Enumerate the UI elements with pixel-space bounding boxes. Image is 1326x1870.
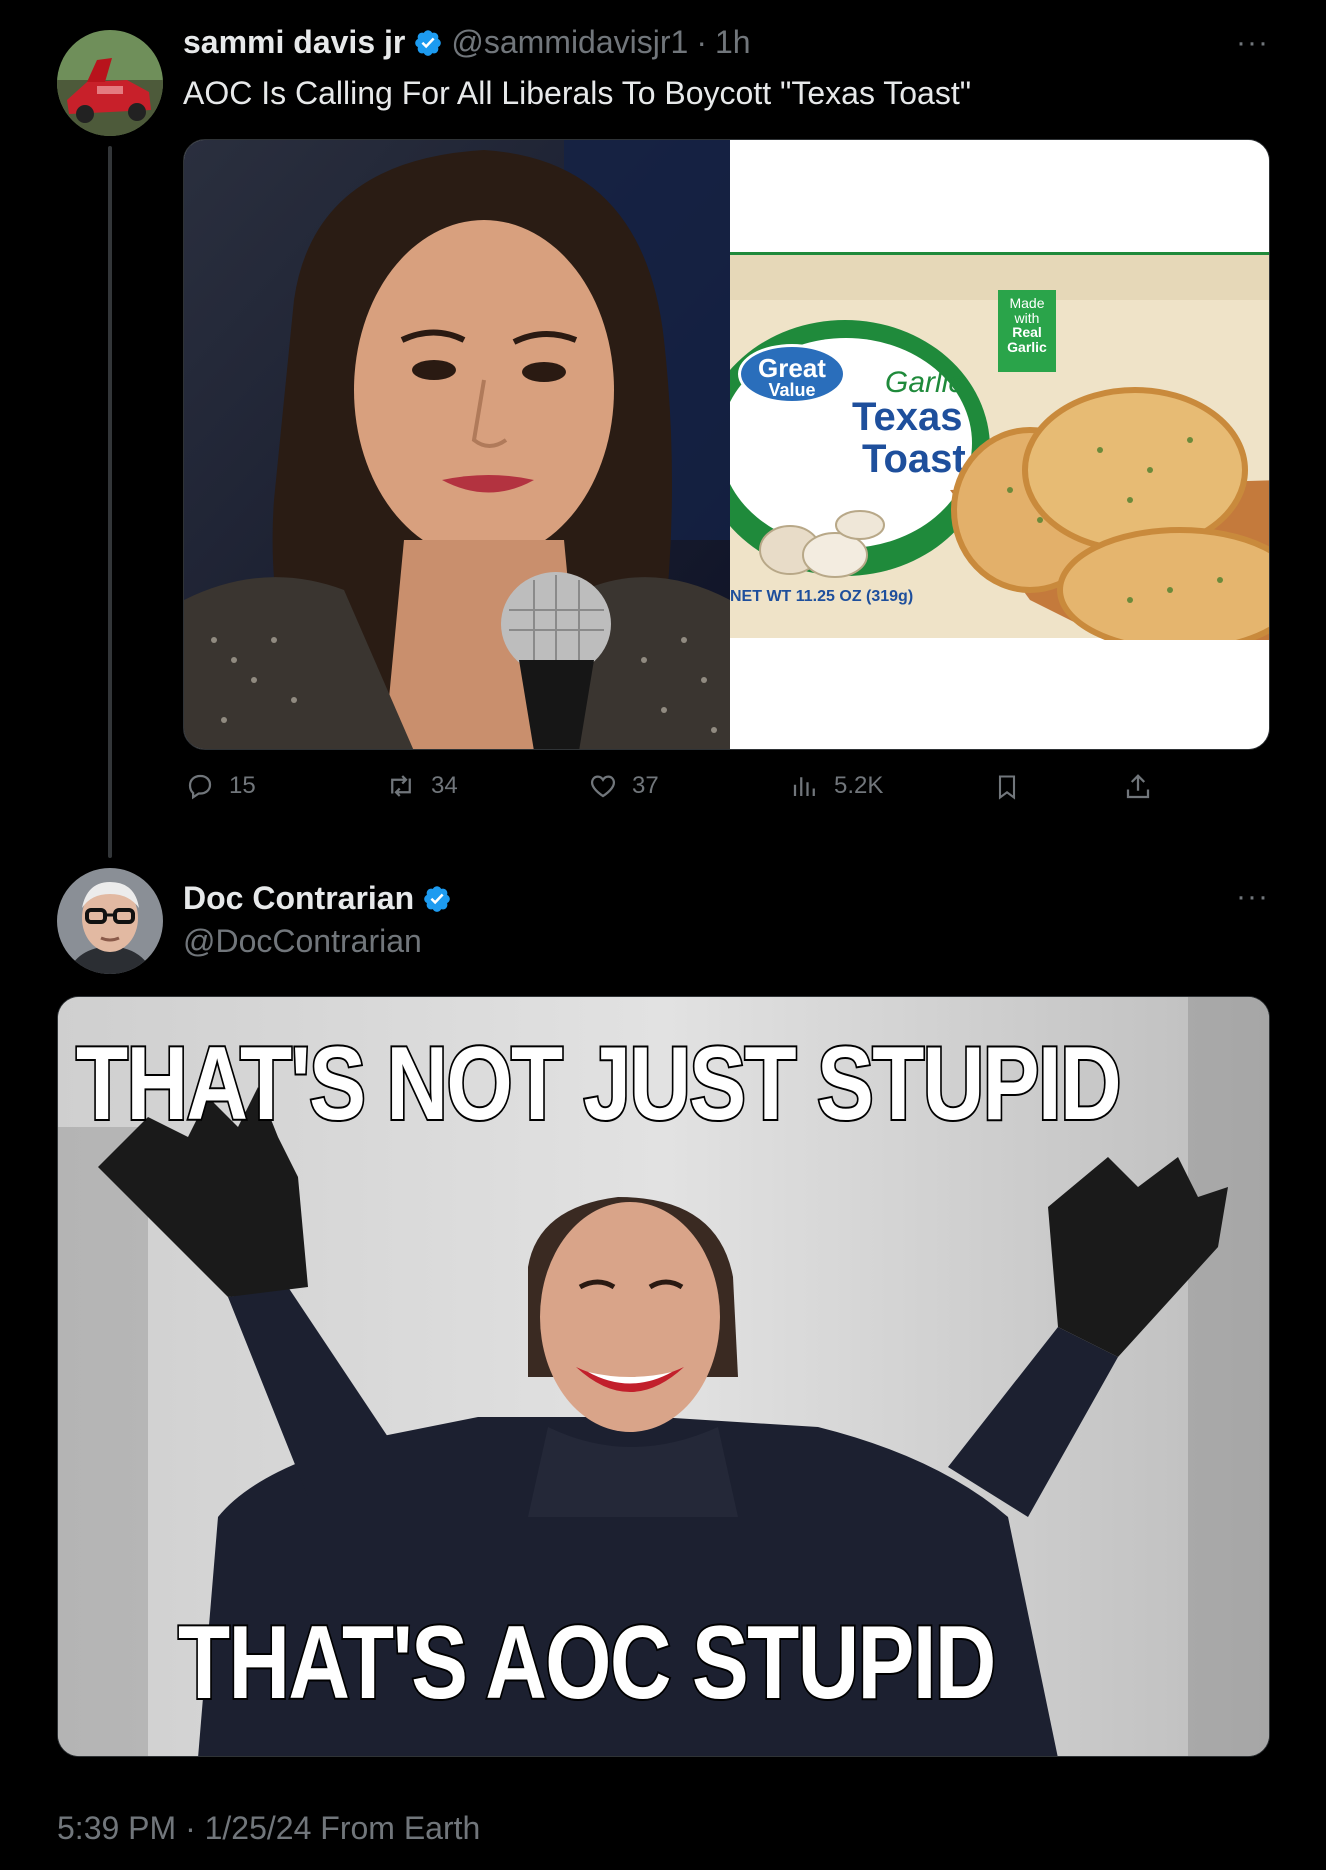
share-icon bbox=[1126, 774, 1150, 799]
verified-badge-icon bbox=[413, 28, 443, 58]
badge-line1: Made bbox=[1009, 295, 1045, 311]
repost-icon bbox=[391, 775, 411, 797]
repost-count: 34 bbox=[431, 772, 458, 799]
meme-top-text: THAT'S NOT JUST STUPID bbox=[74, 1024, 1123, 1144]
avatar[interactable] bbox=[57, 868, 163, 974]
badge-line4: Garlic bbox=[1007, 339, 1047, 356]
badge-line3: Real bbox=[1012, 324, 1042, 341]
display-name[interactable]: Doc Contrarian bbox=[183, 880, 414, 917]
tweet-text: AOC Is Calling For All Liberals To Boyco… bbox=[183, 75, 972, 111]
brand-line2: Value bbox=[768, 380, 816, 400]
brand-line1: Great bbox=[758, 353, 826, 383]
photo-right[interactable]: Great Value Garlic Texas Toast Made with… bbox=[730, 140, 1269, 749]
net-weight: NET WT 11.25 OZ (319g) bbox=[730, 588, 914, 605]
badge-line2: with bbox=[1014, 309, 1040, 326]
toast-illustration bbox=[950, 387, 1269, 640]
reply-count: 15 bbox=[229, 772, 256, 799]
views-button[interactable]: 5.2K bbox=[790, 771, 883, 801]
thread-connector-line bbox=[108, 146, 112, 858]
reply-button[interactable]: 15 bbox=[185, 771, 256, 801]
tweet2-header: Doc Contrarian bbox=[183, 880, 452, 917]
product-box: Great Value Garlic Texas Toast Made with… bbox=[730, 290, 1269, 640]
tweet1-media[interactable]: Great Value Garlic Texas Toast Made with… bbox=[183, 139, 1270, 750]
separator: · bbox=[696, 24, 707, 60]
garlic-illustration bbox=[759, 510, 885, 578]
share-button[interactable] bbox=[1123, 771, 1153, 803]
avatar[interactable] bbox=[57, 30, 163, 136]
analytics-icon bbox=[793, 777, 815, 796]
tweet2-media[interactable]: THAT'S NOT JUST STUPID THAT'S AOC STUPID bbox=[57, 996, 1270, 1757]
verified-badge-icon bbox=[422, 884, 452, 914]
repost-button[interactable]: 34 bbox=[385, 771, 458, 801]
handle[interactable]: @DocContrarian bbox=[183, 923, 422, 960]
product-name-line1: Texas bbox=[852, 395, 963, 439]
handle[interactable]: @sammidavisjr1 bbox=[451, 24, 688, 61]
bookmark-icon bbox=[998, 775, 1016, 800]
meme-bottom-text: THAT'S AOC STUPID bbox=[176, 1603, 998, 1723]
post-timestamp: 5:39 PM · 1/25/24 From Earth bbox=[57, 1810, 481, 1846]
more-options-icon[interactable]: ··· bbox=[1236, 880, 1269, 914]
like-count: 37 bbox=[632, 772, 659, 799]
view-count: 5.2K bbox=[834, 772, 884, 799]
bookmark-button[interactable] bbox=[993, 771, 1021, 803]
tweet1-header: sammi davis jr @sammidavisjr1 · 1h bbox=[183, 24, 751, 61]
brand-logo: Great Value bbox=[738, 344, 846, 404]
heart-icon bbox=[590, 775, 616, 798]
display-name[interactable]: sammi davis jr bbox=[183, 24, 405, 61]
product-name: Texas Toast bbox=[852, 396, 966, 480]
post-time[interactable]: 1h bbox=[715, 24, 751, 61]
photo-left[interactable] bbox=[184, 140, 730, 749]
more-options-icon[interactable]: ··· bbox=[1236, 26, 1269, 60]
reply-icon bbox=[188, 774, 212, 800]
product-name-line2: Toast bbox=[862, 437, 966, 481]
like-button[interactable]: 37 bbox=[588, 771, 659, 801]
